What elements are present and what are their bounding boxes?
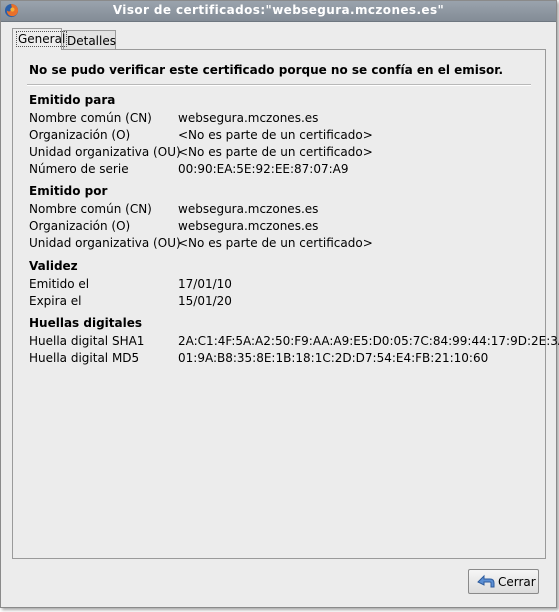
section-title-fingerprints: Huellas digitales xyxy=(29,316,143,330)
field-label: Huella digital MD5 xyxy=(29,351,140,365)
close-button-label: Cerrar xyxy=(498,575,536,589)
field-label: Número de serie xyxy=(29,162,129,176)
field-value: 01:9A:B8:35:8E:1B:18:1C:2D:D7:54:E4:FB:2… xyxy=(178,351,489,365)
field-value: websegura.mczones.es xyxy=(178,219,319,233)
back-arrow-icon xyxy=(477,574,495,588)
field-label: Unidad organizativa (OU) xyxy=(29,145,181,159)
close-button[interactable]: Cerrar xyxy=(468,569,539,594)
certificate-viewer-window: Visor de certificados:"websegura.mczones… xyxy=(0,0,559,608)
field-label: Unidad organizativa (OU) xyxy=(29,236,181,250)
section-title-validity: Validez xyxy=(29,259,78,273)
field-value: 2A:C1:4F:5A:A2:50:F9:AA:A9:E5:D0:05:7C:8… xyxy=(178,334,559,348)
verification-message: No se pudo verificar este certificado po… xyxy=(29,63,504,77)
field-label: Expira el xyxy=(29,294,82,308)
field-label: Nombre común (CN) xyxy=(29,111,152,125)
field-value: <No es parte de un certificado> xyxy=(178,145,373,159)
section-title-issued-to: Emitido para xyxy=(29,93,116,107)
field-value: <No es parte de un certificado> xyxy=(178,128,373,142)
field-label: Organización (O) xyxy=(29,219,131,233)
field-value: 17/01/10 xyxy=(178,277,232,291)
field-value: websegura.mczones.es xyxy=(178,111,319,125)
field-value: 00:90:EA:5E:92:EE:87:07:A9 xyxy=(178,162,349,176)
field-value: <No es parte de un certificado> xyxy=(178,236,373,250)
tab-detalles-label: Detalles xyxy=(67,34,116,48)
tab-detalles[interactable]: Detalles xyxy=(63,30,116,50)
field-label: Nombre común (CN) xyxy=(29,202,152,216)
field-label: Huella digital SHA1 xyxy=(29,334,145,348)
field-label: Organización (O) xyxy=(29,128,131,142)
tab-general-label: General xyxy=(16,31,68,47)
title-bar[interactable]: Visor de certificados:"websegura.mczones… xyxy=(1,1,556,22)
section-title-issued-by: Emitido por xyxy=(29,184,108,198)
divider xyxy=(27,84,531,86)
field-value: 15/01/20 xyxy=(178,294,232,308)
field-value: websegura.mczones.es xyxy=(178,202,319,216)
general-panel: No se pudo verificar este certificado po… xyxy=(12,49,559,559)
window-title: Visor de certificados:"websegura.mczones… xyxy=(112,3,445,17)
field-label: Emitido el xyxy=(29,277,90,291)
tab-general[interactable]: General xyxy=(12,28,68,50)
